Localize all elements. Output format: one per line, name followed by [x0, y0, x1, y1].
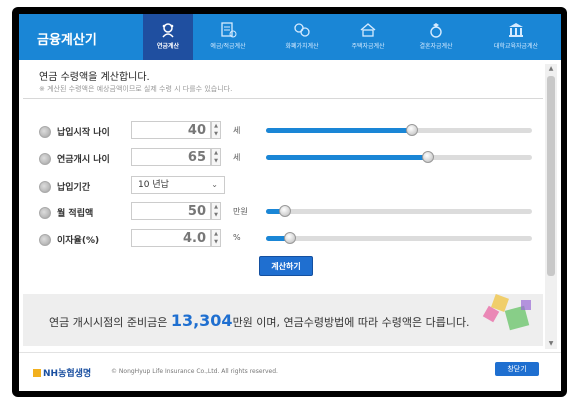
up-arrow-icon[interactable]: ▲	[212, 149, 220, 157]
start-age-stepper[interactable]: ▲ ▼	[211, 121, 221, 139]
page-heading: 연금 수령액을 계산합니다.	[39, 72, 150, 83]
rate-unit: %	[233, 233, 241, 242]
radio-start-age[interactable]	[39, 126, 51, 138]
tab-wedding[interactable]: 결혼자금계산	[411, 14, 461, 60]
logo-mark-icon	[33, 369, 41, 377]
tab-currency[interactable]: 화폐가치계산	[277, 14, 327, 60]
down-arrow-icon[interactable]: ▼	[212, 130, 220, 138]
pension-age-unit: 세	[233, 153, 241, 162]
scroll-down-icon[interactable]: ▼	[545, 339, 557, 349]
slider-thumb[interactable]	[422, 151, 435, 163]
down-arrow-icon[interactable]: ▼	[212, 238, 220, 246]
radio-pension-age[interactable]	[39, 153, 51, 165]
result-prefix: 연금 개시시점의 준비금은	[49, 316, 168, 329]
footer: NH농협생명 © NongHyup Life Insurance Co.,Ltd…	[19, 352, 561, 391]
close-button[interactable]: 창닫기	[495, 362, 539, 376]
monthly-label: 월 적립액	[57, 209, 94, 219]
tab-label: 화폐가치계산	[285, 43, 319, 50]
monthly-unit: 만원	[233, 207, 248, 216]
rate-input[interactable]: 4.0	[131, 229, 211, 247]
scrollbar[interactable]: ▲ ▼	[545, 64, 557, 349]
calculate-button[interactable]: 계산하기	[259, 256, 313, 276]
period-select[interactable]: 10 년납 ⌄	[131, 176, 225, 194]
slider-thumb[interactable]	[278, 205, 291, 217]
copyright: © NongHyup Life Insurance Co.,Ltd. All r…	[111, 368, 278, 375]
slider-thumb[interactable]	[283, 232, 296, 244]
tab-label: 대학교육자금계산	[493, 43, 539, 50]
pension-age-stepper[interactable]: ▲ ▼	[211, 148, 221, 166]
slider-thumb[interactable]	[406, 124, 419, 136]
disclaimer-note: ※ 계산된 수령액은 예상금액이므로 실제 수령 시 다를수 있습니다.	[39, 85, 233, 93]
field-start-age: 납입시작 나이 40 ▲ ▼ 세	[19, 121, 549, 141]
rate-stepper[interactable]: ▲ ▼	[211, 229, 221, 247]
result-text: 연금 개시시점의 준비금은 13,304만원 이며, 연금수령방법에 따라 수령…	[49, 311, 470, 330]
scroll-up-icon[interactable]: ▲	[545, 64, 557, 74]
nh-logo: NH농협생명	[33, 366, 91, 379]
radio-rate[interactable]	[39, 234, 51, 246]
tab-label: 주택자금계산	[351, 43, 385, 50]
slider-fill	[266, 128, 413, 133]
radio-monthly[interactable]	[39, 207, 51, 219]
start-age-label: 납입시작 나이	[57, 128, 110, 138]
monthly-input[interactable]: 50	[131, 202, 211, 220]
field-rate: 이자율(%) 4.0 ▲ ▼ %	[19, 229, 549, 249]
ring-icon	[430, 23, 442, 38]
down-arrow-icon[interactable]: ▼	[212, 157, 220, 165]
start-age-slider[interactable]	[266, 124, 532, 136]
start-age-input[interactable]: 40	[131, 121, 211, 139]
up-arrow-icon[interactable]: ▲	[212, 230, 220, 238]
pension-icon	[162, 23, 174, 38]
period-label: 납입기간	[57, 183, 91, 193]
monthly-slider[interactable]	[266, 205, 532, 217]
tab-housing[interactable]: 주택자금계산	[343, 14, 393, 60]
calculator-window: 금융계산기 연금계산 예금/적금계산 화폐가치계산 주택자금계산 결혼자금계산 …	[19, 14, 561, 391]
tab-university[interactable]: 대학교육자금계산	[485, 14, 547, 60]
result-suffix: 만원 이며, 연금수령방법에 따라 수령액은 다릅니다.	[232, 316, 470, 329]
decorative-shape	[521, 300, 531, 310]
tab-label: 연금계산	[156, 43, 180, 50]
logo-text: NH농협생명	[43, 369, 92, 379]
radio-period[interactable]	[39, 181, 51, 193]
period-value: 10 년납	[138, 180, 169, 190]
up-arrow-icon[interactable]: ▲	[212, 122, 220, 130]
house-icon	[360, 23, 376, 37]
field-pension-age: 연금개시 나이 65 ▲ ▼ 세	[19, 148, 549, 168]
field-period: 납입기간 10 년납 ⌄	[19, 176, 549, 196]
tab-label: 결혼자금계산	[419, 43, 453, 50]
university-icon	[509, 23, 523, 37]
tab-label: 예금/적금계산	[210, 43, 246, 50]
pension-age-input[interactable]: 65	[131, 148, 211, 166]
coins-icon	[294, 23, 310, 37]
rate-label: 이자율(%)	[57, 236, 100, 246]
tab-pension[interactable]: 연금계산	[143, 14, 193, 60]
rate-slider[interactable]	[266, 232, 532, 244]
down-arrow-icon[interactable]: ▼	[212, 211, 220, 219]
scroll-thumb[interactable]	[547, 76, 555, 276]
field-monthly: 월 적립액 50 ▲ ▼ 만원	[19, 202, 549, 222]
app-title: 금융계산기	[37, 33, 97, 48]
pension-age-slider[interactable]	[266, 151, 532, 163]
pension-age-label: 연금개시 나이	[57, 155, 110, 165]
divider	[23, 98, 543, 99]
monthly-stepper[interactable]: ▲ ▼	[211, 202, 221, 220]
result-panel: 연금 개시시점의 준비금은 13,304만원 이며, 연금수령방법에 따라 수령…	[23, 294, 543, 346]
header: 금융계산기 연금계산 예금/적금계산 화폐가치계산 주택자금계산 결혼자금계산 …	[19, 14, 561, 60]
up-arrow-icon[interactable]: ▲	[212, 203, 220, 211]
savings-icon	[221, 22, 237, 38]
tab-savings[interactable]: 예금/적금계산	[203, 14, 253, 60]
chevron-down-icon: ⌄	[211, 180, 218, 189]
start-age-unit: 세	[233, 126, 241, 135]
result-amount: 13,304	[170, 311, 233, 330]
slider-fill	[266, 155, 429, 160]
